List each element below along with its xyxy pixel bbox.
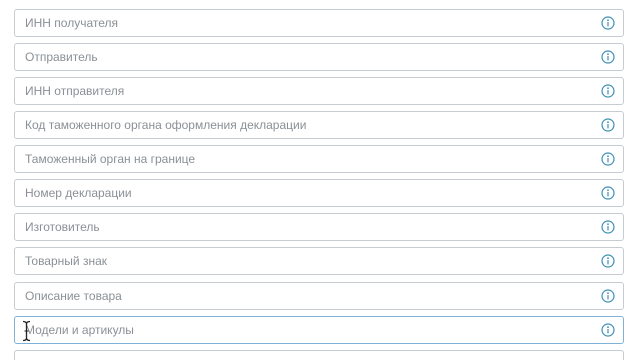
- product-description-label: Описание товара: [25, 289, 122, 303]
- info-icon[interactable]: [601, 50, 615, 64]
- product-description-field[interactable]: Описание товара: [14, 282, 624, 310]
- info-icon[interactable]: [601, 220, 615, 234]
- info-icon[interactable]: [601, 84, 615, 98]
- declaration-number-field[interactable]: Номер декларации: [14, 179, 624, 207]
- info-icon[interactable]: [601, 186, 615, 200]
- sender-inn-label: ИНН отправителя: [25, 84, 125, 98]
- info-icon[interactable]: [601, 254, 615, 268]
- border-customs-office-field[interactable]: Таможенный орган на границе: [14, 145, 624, 173]
- recipient-inn-field[interactable]: ИНН получателя: [14, 9, 624, 37]
- sender-inn-field[interactable]: ИНН отправителя: [14, 77, 624, 105]
- border-customs-office-label: Таможенный орган на границе: [25, 152, 196, 166]
- info-icon[interactable]: [601, 16, 615, 30]
- customs-office-code-field[interactable]: Код таможенного органа оформления деклар…: [14, 111, 624, 139]
- models-articles-field[interactable]: Модели и артикулы: [14, 316, 624, 344]
- info-icon[interactable]: [601, 289, 615, 303]
- manufacturer-label: Изготовитель: [25, 220, 100, 234]
- trademark-label: Товарный знак: [25, 254, 107, 268]
- customs-office-code-label: Код таможенного органа оформления деклар…: [25, 118, 307, 132]
- info-icon[interactable]: [601, 118, 615, 132]
- models-articles-label: Модели и артикулы: [25, 323, 134, 337]
- info-icon[interactable]: [601, 152, 615, 166]
- text-cursor-icon: [22, 320, 31, 342]
- declaration-number-label: Номер декларации: [25, 186, 132, 200]
- sender-label: Отправитель: [25, 50, 98, 64]
- info-icon[interactable]: [601, 323, 615, 337]
- next-field[interactable]: [14, 350, 624, 360]
- trademark-field[interactable]: Товарный знак: [14, 247, 624, 275]
- manufacturer-field[interactable]: Изготовитель: [14, 213, 624, 241]
- recipient-inn-label: ИНН получателя: [25, 16, 118, 30]
- sender-field[interactable]: Отправитель: [14, 43, 624, 71]
- declaration-form: ИНН получателя Отправитель ИНН отправите…: [0, 0, 640, 360]
